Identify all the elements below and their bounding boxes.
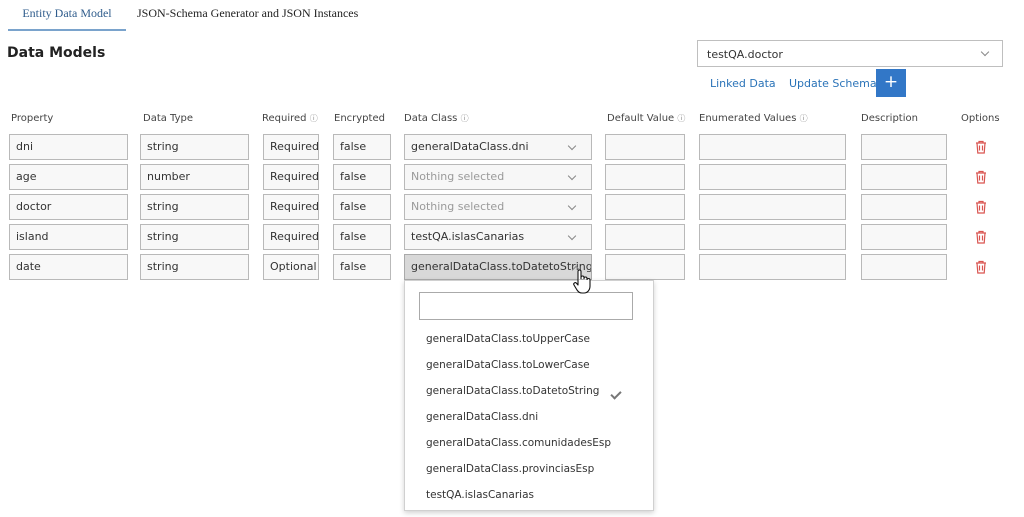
chevron-down-icon (567, 171, 577, 181)
enumerated-values-input[interactable] (699, 194, 846, 220)
check-icon (610, 388, 622, 400)
dropdown-option[interactable]: generalDataClass.toUpperCase (426, 333, 590, 345)
header-default-value: Default Value ⓘ (607, 113, 685, 124)
data-class-select[interactable]: testQA.islasCanarias (404, 224, 592, 250)
default-value-input[interactable] (605, 164, 685, 190)
header-property: Property (11, 113, 54, 124)
info-icon: ⓘ (677, 114, 686, 123)
header-default-value-label: Default Value (607, 113, 675, 124)
description-input[interactable] (861, 224, 947, 250)
trash-icon[interactable] (974, 200, 988, 214)
encrypted-select[interactable]: false (333, 254, 391, 280)
add-property-button[interactable]: + (876, 69, 906, 97)
chevron-down-icon (567, 201, 577, 211)
data-class-value: Nothing selected (411, 170, 505, 183)
header-enumerated-values: Enumerated Values ⓘ (699, 113, 808, 124)
default-value-input[interactable] (605, 194, 685, 220)
default-value-input[interactable] (605, 254, 685, 280)
data-type-input[interactable]: string (140, 194, 249, 220)
hand-pointer-icon (573, 269, 591, 294)
info-icon: ⓘ (460, 114, 469, 123)
data-type-input[interactable]: number (140, 164, 249, 190)
property-input[interactable]: island (9, 224, 128, 250)
default-value-input[interactable] (605, 224, 685, 250)
page-title: Data Models (7, 45, 106, 61)
encrypted-select[interactable]: false (333, 134, 391, 160)
default-value-input[interactable] (605, 134, 685, 160)
dropdown-option[interactable]: generalDataClass.toLowerCase (426, 359, 590, 371)
tab-json-schema-generator[interactable]: JSON-Schema Generator and JSON Instances (137, 0, 358, 29)
chevron-down-icon (980, 47, 990, 57)
data-class-value: testQA.islasCanarias (411, 230, 525, 243)
header-encrypted: Encrypted (334, 113, 385, 124)
header-data-type: Data Type (143, 113, 194, 124)
chevron-down-icon (567, 231, 577, 241)
header-enumerated-values-label: Enumerated Values (699, 113, 797, 124)
dropdown-option[interactable]: generalDataClass.dni (426, 411, 538, 423)
dropdown-option[interactable]: generalDataClass.comunidadesEsp (426, 437, 611, 449)
data-class-value: Nothing selected (411, 200, 505, 213)
trash-icon[interactable] (974, 140, 988, 154)
update-schema-link[interactable]: Update Schema (789, 77, 877, 90)
data-type-input[interactable]: string (140, 224, 249, 250)
header-data-class: Data Class ⓘ (404, 113, 469, 124)
property-input[interactable]: date (9, 254, 128, 280)
description-input[interactable] (861, 134, 947, 160)
required-select[interactable]: Required (263, 134, 319, 160)
data-type-input[interactable]: string (140, 134, 249, 160)
data-class-select[interactable]: Nothing selected (404, 194, 592, 220)
info-icon: ⓘ (309, 114, 318, 123)
description-input[interactable] (861, 164, 947, 190)
required-select[interactable]: Required (263, 194, 319, 220)
model-select[interactable]: testQA.doctor (697, 40, 1003, 67)
encrypted-select[interactable]: false (333, 224, 391, 250)
chevron-down-icon (567, 141, 577, 151)
header-required-label: Required (262, 113, 307, 124)
trash-icon[interactable] (974, 230, 988, 244)
required-select[interactable]: Optional (263, 254, 319, 280)
data-class-select[interactable]: generalDataClass.toDatetoString (404, 254, 592, 280)
header-required: Required ⓘ (262, 113, 318, 124)
enumerated-values-input[interactable] (699, 254, 846, 280)
encrypted-select[interactable]: false (333, 164, 391, 190)
dropdown-option-selected[interactable]: generalDataClass.toDatetoString (426, 385, 599, 397)
enumerated-values-input[interactable] (699, 164, 846, 190)
enumerated-values-input[interactable] (699, 224, 846, 250)
data-class-value: generalDataClass.toDatetoString (411, 260, 592, 273)
tab-entity-data-model[interactable]: Entity Data Model (8, 0, 126, 31)
linked-data-link[interactable]: Linked Data (710, 77, 776, 90)
data-class-value: generalDataClass.dni (411, 140, 529, 153)
header-options: Options (961, 113, 1000, 124)
property-input[interactable]: dni (9, 134, 128, 160)
data-class-select[interactable]: Nothing selected (404, 164, 592, 190)
data-class-dropdown: generalDataClass.toUpperCase generalData… (404, 280, 654, 511)
header-description: Description (861, 113, 918, 124)
property-input[interactable]: age (9, 164, 128, 190)
description-input[interactable] (861, 194, 947, 220)
dropdown-option[interactable]: generalDataClass.provinciasEsp (426, 463, 594, 475)
header-data-class-label: Data Class (404, 113, 458, 124)
property-input[interactable]: doctor (9, 194, 128, 220)
plus-icon: + (883, 72, 899, 92)
description-input[interactable] (861, 254, 947, 280)
trash-icon[interactable] (974, 170, 988, 184)
required-select[interactable]: Required (263, 224, 319, 250)
info-icon: ⓘ (799, 114, 808, 123)
tab-bar: Entity Data Model JSON-Schema Generator … (0, 0, 1024, 31)
data-class-select[interactable]: generalDataClass.dni (404, 134, 592, 160)
data-type-input[interactable]: string (140, 254, 249, 280)
required-select[interactable]: Required (263, 164, 319, 190)
encrypted-select[interactable]: false (333, 194, 391, 220)
dropdown-search-input[interactable] (419, 292, 633, 320)
model-select-value: testQA.doctor (707, 48, 783, 61)
trash-icon[interactable] (974, 260, 988, 274)
dropdown-option[interactable]: testQA.islasCanarias (426, 489, 534, 501)
enumerated-values-input[interactable] (699, 134, 846, 160)
